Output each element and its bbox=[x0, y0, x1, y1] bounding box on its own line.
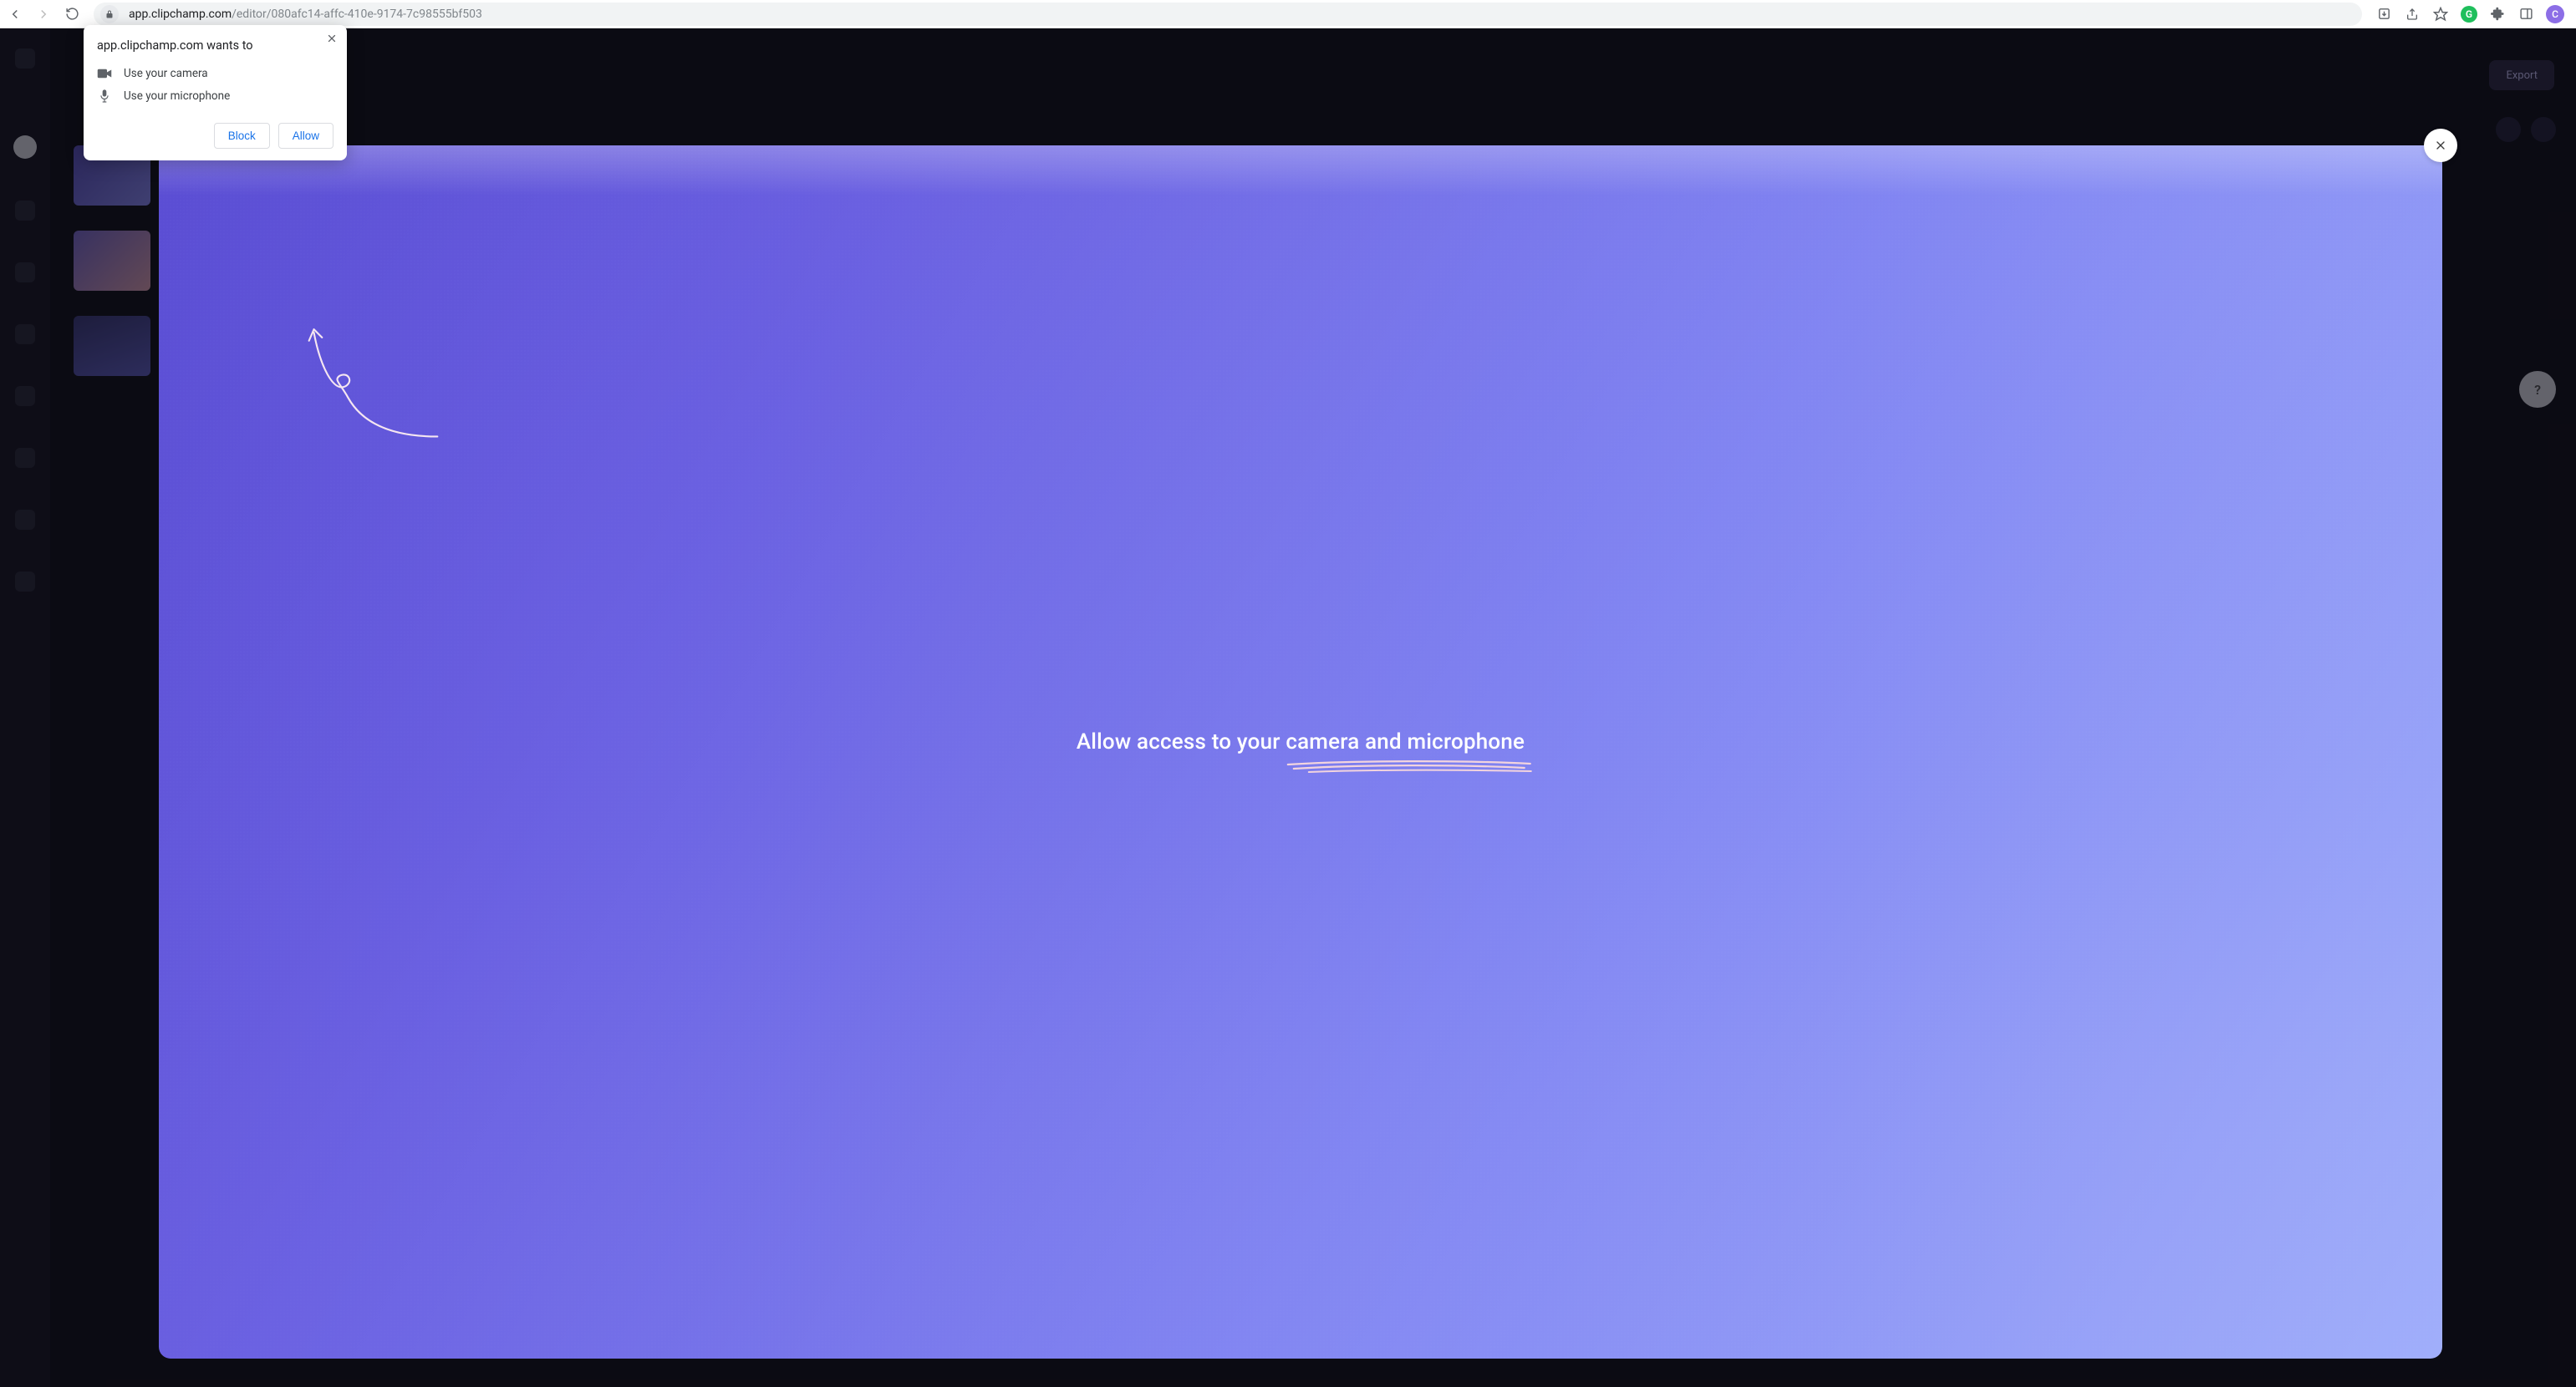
modal-header-band bbox=[159, 145, 2442, 196]
permission-item-label: Use your camera bbox=[124, 67, 208, 80]
permission-item-camera: Use your camera bbox=[97, 63, 333, 84]
modal-center-content: Allow access to your camera and micropho… bbox=[1077, 729, 1525, 775]
microphone-icon bbox=[97, 89, 112, 104]
block-button[interactable]: Block bbox=[214, 123, 270, 149]
forward-button[interactable] bbox=[35, 6, 52, 23]
close-icon bbox=[2434, 139, 2447, 152]
reload-button[interactable] bbox=[64, 6, 80, 23]
allow-button[interactable]: Allow bbox=[278, 123, 333, 149]
browser-permission-popup: app.clipchamp.com wants to Use your came… bbox=[84, 25, 347, 160]
permission-instruction-modal: Allow access to your camera and micropho… bbox=[159, 145, 2442, 1359]
modal-close-button[interactable] bbox=[2424, 129, 2457, 162]
modal-headline: Allow access to your camera and micropho… bbox=[1077, 729, 1525, 754]
side-panel-icon[interactable] bbox=[2517, 6, 2534, 23]
permission-close-button[interactable] bbox=[327, 33, 337, 47]
lock-icon[interactable] bbox=[100, 5, 119, 23]
permission-title: app.clipchamp.com wants to bbox=[97, 38, 333, 53]
underline-scribble-icon bbox=[1284, 758, 1535, 775]
back-button[interactable] bbox=[7, 6, 23, 23]
install-app-icon[interactable] bbox=[2375, 6, 2392, 23]
close-icon bbox=[327, 33, 337, 43]
permission-item-label: Use your microphone bbox=[124, 89, 230, 103]
url-path: /editor/080afc14-affc-410e-9174-7c98555b… bbox=[232, 8, 482, 21]
permission-actions: Block Allow bbox=[97, 123, 333, 149]
browser-toolbar: app.clipchamp.com/editor/080afc14-affc-4… bbox=[0, 0, 2576, 28]
extensions-icon[interactable] bbox=[2489, 6, 2506, 23]
arrow-swoosh-icon bbox=[301, 321, 447, 463]
browser-right-icons: G C bbox=[2370, 5, 2569, 23]
profile-avatar[interactable]: C bbox=[2546, 5, 2564, 23]
share-icon[interactable] bbox=[2404, 6, 2421, 23]
address-bar[interactable]: app.clipchamp.com/editor/080afc14-affc-4… bbox=[94, 3, 2362, 26]
camera-icon bbox=[97, 68, 112, 79]
url-text: app.clipchamp.com/editor/080afc14-affc-4… bbox=[129, 8, 482, 21]
permission-item-microphone: Use your microphone bbox=[97, 84, 333, 108]
nav-buttons bbox=[7, 6, 80, 23]
bookmark-star-icon[interactable] bbox=[2432, 6, 2449, 23]
url-domain: app.clipchamp.com bbox=[129, 8, 232, 21]
app-background: Import media Record & create Export ? Al… bbox=[0, 28, 2576, 1387]
grammarly-extension-icon[interactable]: G bbox=[2461, 6, 2477, 23]
